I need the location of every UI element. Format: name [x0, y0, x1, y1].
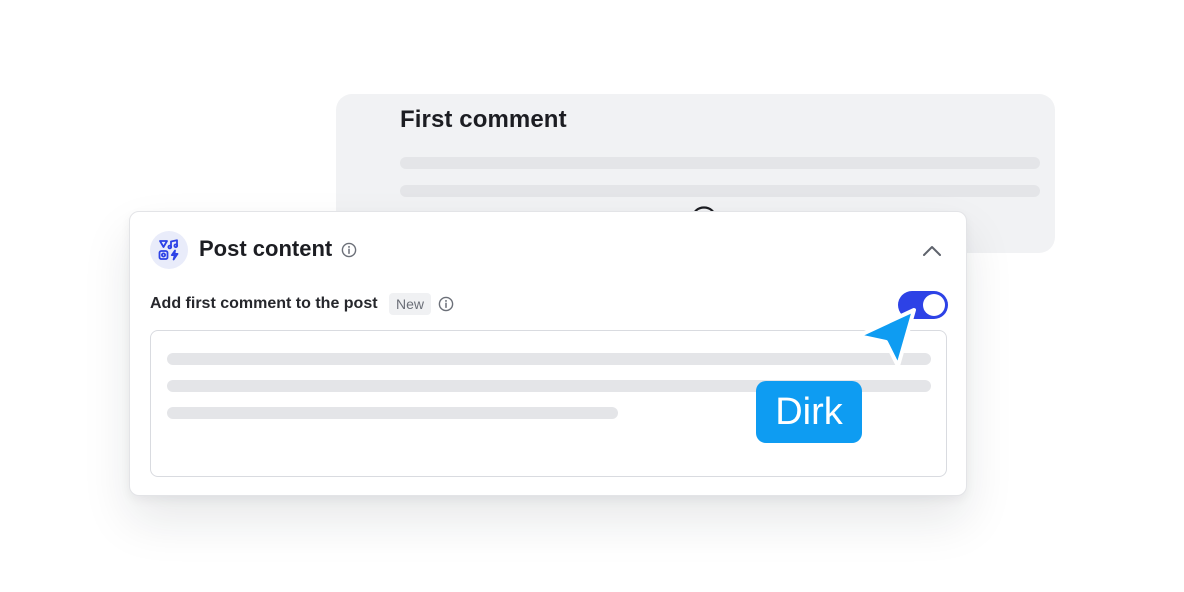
post-content-icon-badge — [150, 231, 188, 269]
media-types-icon — [158, 239, 179, 261]
placeholder-line — [167, 407, 618, 419]
placeholder-line — [167, 353, 931, 365]
first-comment-field-label: Add first comment to the post — [150, 295, 378, 312]
toggle-knob — [923, 294, 945, 316]
new-badge: New — [389, 293, 432, 315]
cursor-pointer-icon — [856, 308, 916, 368]
post-content-card: Post content Add first comment to the po… — [129, 211, 967, 496]
info-icon[interactable] — [438, 296, 454, 312]
placeholder-line — [400, 157, 1040, 169]
chevron-up-icon[interactable] — [921, 240, 943, 262]
cursor-name-tag: Dirk — [756, 381, 862, 443]
info-icon[interactable] — [341, 242, 357, 258]
placeholder-line — [400, 185, 1040, 197]
post-content-title: Post content — [199, 236, 333, 261]
first-comment-title: First comment — [400, 106, 567, 133]
